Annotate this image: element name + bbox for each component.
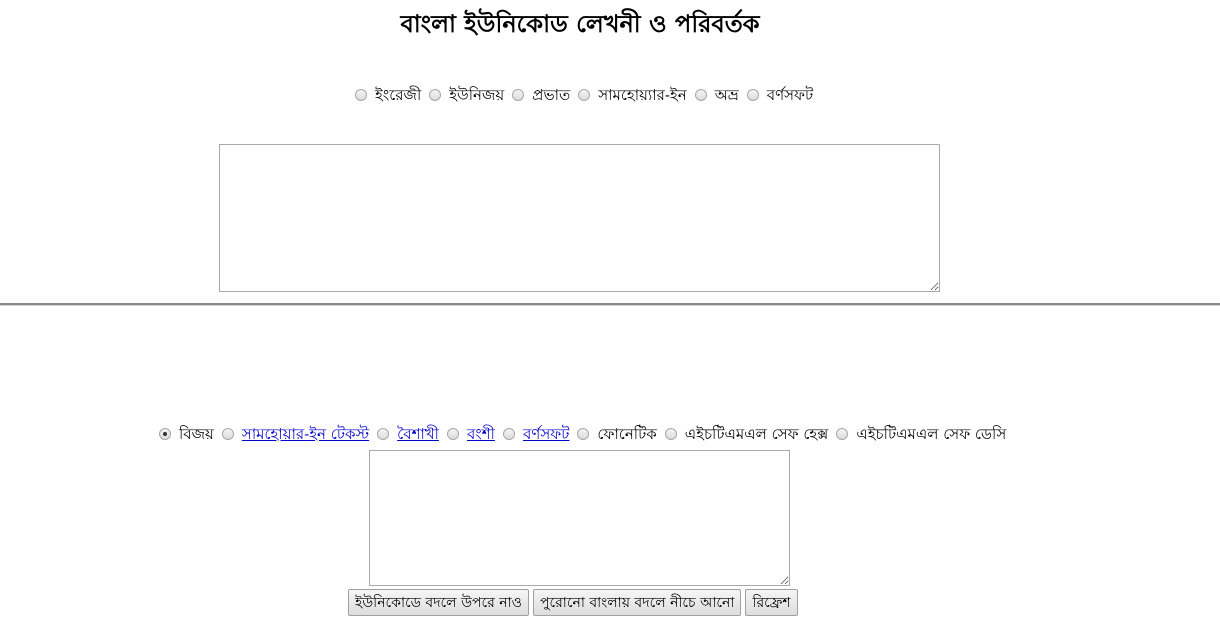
layout-label-avro: অভ্র	[714, 86, 739, 104]
layout-option-somewhereinn[interactable]: সামহোয়্যার-ইন	[578, 86, 687, 104]
layout-label-probhat: প্রভাত	[532, 86, 571, 104]
refresh-button[interactable]: রিফ্রেশ	[745, 589, 798, 616]
layout-option-unijoy[interactable]: ইউনিজয়	[429, 86, 504, 104]
format-link-bornosoft[interactable]: বর্ণসফট	[523, 425, 569, 443]
convert-to-unicode-button[interactable]: ইউনিকোডে বদলে উপরে নাও	[348, 589, 529, 616]
format-option-phonetic[interactable]: ফোনেটিক	[577, 425, 657, 443]
format-label-bijoy: বিজয়	[179, 425, 214, 443]
format-option-html-hex[interactable]: এইচটিএমএল সেফ হেক্স	[664, 425, 829, 443]
layout-label-somewhereinn: সামহোয়্যার-ইন	[598, 86, 687, 104]
layout-radio-bornosoft[interactable]	[746, 89, 759, 101]
format-radio-bijoy[interactable]	[159, 428, 171, 440]
format-radio-html-hex[interactable]	[664, 428, 677, 440]
page-title: বাংলা ইউনিকোড লেখনী ও পরিবর্তক	[400, 9, 760, 38]
layout-label-bornosoft: বর্ণসফট	[766, 86, 814, 104]
format-radio-somewherein-text[interactable]	[221, 428, 234, 440]
section-divider	[0, 303, 1220, 306]
unicode-editor-textarea[interactable]	[219, 144, 940, 292]
convert-to-legacy-button[interactable]: পুরোনো বাংলায় বদলে নীচে আনো	[532, 589, 742, 616]
layout-radio-avro[interactable]	[694, 89, 707, 101]
layout-radio-unijoy[interactable]	[429, 89, 442, 101]
layout-radio-somewhereinn[interactable]	[578, 89, 591, 101]
format-option-bijoy[interactable]: বিজয়	[159, 425, 214, 443]
converter-format-options: বিজয় সামহোয়ার-ইন টেকস্ট বৈশাখী বংশী বর…	[159, 425, 1014, 443]
format-option-somewherein-text[interactable]: সামহোয়ার-ইন টেকস্ট	[221, 425, 369, 443]
layout-option-probhat[interactable]: প্রভাত	[512, 86, 570, 104]
format-option-bornosoft[interactable]: বর্ণসফট	[502, 425, 569, 443]
format-radio-bornosoft[interactable]	[502, 428, 515, 440]
format-radio-bangshi[interactable]	[446, 428, 459, 440]
layout-option-avro[interactable]: অভ্র	[694, 86, 739, 104]
format-radio-boishakhi[interactable]	[377, 428, 390, 440]
legacy-converter-textarea[interactable]	[369, 450, 790, 586]
layout-radio-probhat[interactable]	[512, 89, 525, 101]
format-link-somewherein-text[interactable]: সামহোয়ার-ইন টেকস্ট	[242, 425, 369, 443]
format-link-bangshi[interactable]: বংশী	[467, 425, 495, 443]
format-option-boishakhi[interactable]: বৈশাখী	[377, 425, 439, 443]
format-label-phonetic: ফোনেটিক	[597, 425, 657, 443]
format-option-html-dec[interactable]: এইচটিএমএল সেফ ডেসি	[836, 425, 1006, 443]
action-buttons: ইউনিকোডে বদলে উপরে নাও পুরোনো বাংলায় বদ…	[348, 589, 798, 616]
format-radio-phonetic[interactable]	[577, 428, 590, 440]
layout-label-unijoy: ইউনিজয়	[449, 86, 505, 104]
layout-label-english: ইংরেজী	[375, 86, 422, 104]
layout-option-english[interactable]: ইংরেজী	[355, 86, 421, 104]
format-radio-html-dec[interactable]	[836, 428, 849, 440]
layout-option-bornosoft[interactable]: বর্ণসফট	[746, 86, 814, 104]
input-layout-options: ইংরেজী ইউনিজয় প্রভাত সামহোয়্যার-ইন অভ্…	[355, 86, 821, 104]
page: বাংলা ইউনিকোড লেখনী ও পরিবর্তক ইংরেজী ইউ…	[0, 0, 1220, 631]
format-option-bangshi[interactable]: বংশী	[446, 425, 495, 443]
format-label-html-dec: এইচটিএমএল সেফ ডেসি	[856, 425, 1007, 443]
format-link-boishakhi[interactable]: বৈশাখী	[397, 425, 439, 443]
layout-radio-english[interactable]	[355, 89, 367, 101]
format-label-html-hex: এইচটিএমএল সেফ হেক্স	[684, 425, 829, 443]
